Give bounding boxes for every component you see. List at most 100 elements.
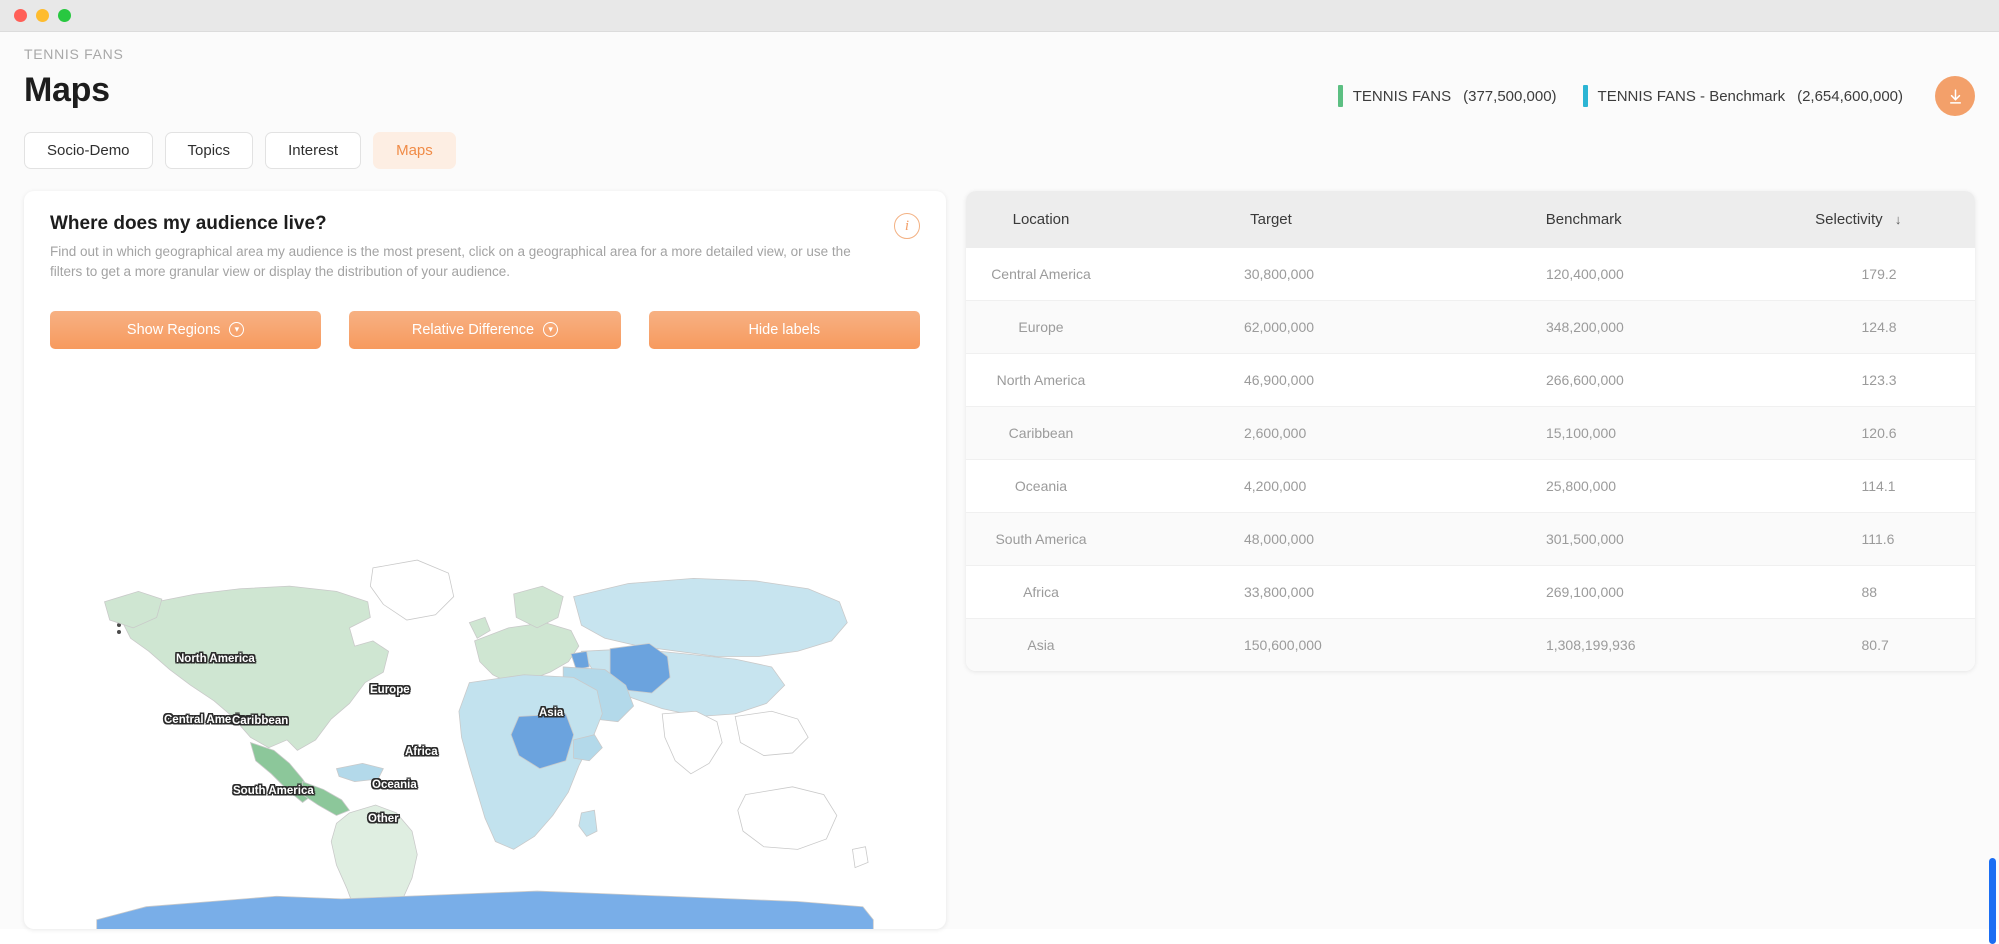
tab-maps[interactable]: Maps xyxy=(373,132,456,169)
cell-benchmark: 15,100,000 xyxy=(1425,406,1742,460)
cell-selectivity: 124.8 xyxy=(1741,300,1975,354)
legend-label-target: TENNIS FANS xyxy=(1352,87,1452,105)
region-scandinavia[interactable] xyxy=(513,585,564,629)
cell-target: 33,800,000 xyxy=(1115,565,1426,619)
region-north-america[interactable] xyxy=(122,585,390,751)
cell-location: South America xyxy=(966,512,1116,566)
region-asia-north[interactable] xyxy=(573,577,848,657)
legend-color-swatch-benchmark xyxy=(1582,85,1588,107)
cell-location: Europe xyxy=(966,300,1116,354)
download-icon xyxy=(1949,88,1961,104)
cell-target: 48,000,000 xyxy=(1115,512,1426,566)
region-new-zealand[interactable] xyxy=(852,846,869,869)
cell-target: 150,600,000 xyxy=(1243,637,1322,653)
download-button[interactable] xyxy=(1935,76,1975,116)
table-row[interactable]: North America 46,900,000 266,600,000 123… xyxy=(966,353,1975,407)
map-controls: Show Regions ▾ Relative Difference ▾ Hid… xyxy=(50,310,920,349)
table-row[interactable]: Central America 30,800,000 120,400,000 1… xyxy=(966,248,1975,301)
minimize-window-button[interactable] xyxy=(36,9,49,22)
table-header-row: Location Target Benchmark Selectivity ↓ xyxy=(966,191,1975,248)
region-australia[interactable] xyxy=(737,786,838,850)
info-icon[interactable]: i xyxy=(894,213,920,239)
region-greenland[interactable] xyxy=(369,559,455,621)
legend-value-target: (377,500,000) xyxy=(1463,87,1557,105)
world-map-svg[interactable] xyxy=(50,521,920,929)
region-asia-south[interactable] xyxy=(661,710,723,775)
column-header-benchmark[interactable]: Benchmark xyxy=(1425,191,1742,248)
arrow-down-icon: ↓ xyxy=(1894,212,1902,227)
table-row[interactable]: Caribbean 2,600,000 15,100,000 120.6 xyxy=(966,406,1975,460)
show-regions-label: Show Regions xyxy=(126,321,221,338)
maximize-window-button[interactable] xyxy=(58,9,71,22)
map-card-description: Find out in which geographical area my a… xyxy=(50,244,851,280)
column-label-benchmark: Benchmark xyxy=(1545,211,1622,228)
region-horn-africa[interactable] xyxy=(573,734,603,762)
relative-difference-label: Relative Difference xyxy=(411,321,535,338)
cell-location: North America xyxy=(966,353,1116,407)
cell-target: 30,800,000 xyxy=(1115,248,1426,301)
column-label-target: Target xyxy=(1250,211,1292,228)
region-israel-area[interactable] xyxy=(570,650,590,670)
tab-topics[interactable]: Topics xyxy=(164,132,254,169)
tab-socio-demo[interactable]: Socio-Demo xyxy=(24,132,153,169)
table-row[interactable]: Europe 62,000,000 348,200,000 124.8 xyxy=(966,300,1975,354)
column-header-location[interactable]: Location xyxy=(966,191,1116,248)
cell-target: 4,200,000 xyxy=(1115,459,1426,513)
tab-bar: Socio-Demo Topics Interest Maps xyxy=(0,110,1999,169)
chevron-down-icon: ▾ xyxy=(543,322,559,337)
world-map[interactable]: North America Europe Central America Car… xyxy=(50,521,920,929)
region-madagascar[interactable] xyxy=(578,809,598,837)
cell-target: 62,000,000 xyxy=(1115,300,1426,354)
cell-selectivity: 88 xyxy=(1741,565,1975,619)
cell-benchmark: 269,100,000 xyxy=(1425,565,1742,619)
table-row[interactable]: Oceania 4,200,000 25,800,000 114.1 xyxy=(966,459,1975,513)
page-scrollbar[interactable] xyxy=(1989,858,1996,944)
region-uk[interactable] xyxy=(468,616,491,639)
header-legend-area: TENNIS FANS (377,500,000) TENNIS FANS - … xyxy=(1337,76,1975,116)
cell-location: Africa xyxy=(966,565,1116,619)
column-header-selectivity[interactable]: Selectivity ↓ xyxy=(1741,191,1975,248)
window-title-bar xyxy=(0,0,1999,32)
table-header: Location Target Benchmark Selectivity ↓ xyxy=(966,191,1975,248)
hide-labels-label: Hide labels xyxy=(748,321,821,338)
close-window-button[interactable] xyxy=(14,9,27,22)
cell-benchmark: 266,600,000 xyxy=(1425,353,1742,407)
relative-difference-button[interactable]: Relative Difference ▾ xyxy=(349,310,621,349)
legend-item-target: TENNIS FANS (377,500,000) xyxy=(1337,85,1557,107)
tab-interest[interactable]: Interest xyxy=(265,132,362,169)
column-label-location: Location xyxy=(1012,211,1070,228)
hide-labels-button[interactable]: Hide labels xyxy=(648,310,920,349)
cell-selectivity: 80.7 xyxy=(1861,637,1889,653)
cell-benchmark: 301,500,000 xyxy=(1425,512,1742,566)
cell-selectivity: 179.2 xyxy=(1741,248,1975,301)
show-regions-button[interactable]: Show Regions ▾ xyxy=(50,310,322,349)
table-row[interactable]: South America 48,000,000 301,500,000 111… xyxy=(966,512,1975,566)
location-table: Location Target Benchmark Selectivity ↓ … xyxy=(966,191,1975,671)
cell-benchmark: 1,308,199,936 xyxy=(1545,637,1636,653)
region-antarctica[interactable] xyxy=(96,890,874,929)
map-card: Where does my audience live? Find out in… xyxy=(24,191,946,929)
table-body: Central America 30,800,000 120,400,000 1… xyxy=(966,248,1975,671)
legend-item-benchmark: TENNIS FANS - Benchmark (2,654,600,000) xyxy=(1582,85,1903,107)
region-central-america-lower[interactable] xyxy=(302,781,351,816)
cell-selectivity: 111.6 xyxy=(1741,512,1975,566)
cell-selectivity: 123.3 xyxy=(1741,353,1975,407)
cell-location: Asia xyxy=(1027,637,1055,653)
cell-target: 2,600,000 xyxy=(1115,406,1426,460)
table-row[interactable]: Africa 33,800,000 269,100,000 88 xyxy=(966,565,1975,619)
cell-location: Oceania xyxy=(966,459,1116,513)
table-row[interactable]: Asia 150,600,000 1,308,199,936 80.7 xyxy=(966,618,1975,671)
breadcrumb: TENNIS FANS xyxy=(24,46,124,62)
region-asia-southeast[interactable] xyxy=(734,710,809,756)
cell-selectivity: 120.6 xyxy=(1741,406,1975,460)
legend-label-benchmark: TENNIS FANS - Benchmark xyxy=(1597,87,1786,105)
column-header-target[interactable]: Target xyxy=(1115,191,1426,248)
cell-benchmark: 120,400,000 xyxy=(1425,248,1742,301)
cell-benchmark: 348,200,000 xyxy=(1425,300,1742,354)
map-card-title: Where does my audience live? xyxy=(50,213,327,234)
legend-value-benchmark: (2,654,600,000) xyxy=(1797,87,1903,105)
cell-target: 46,900,000 xyxy=(1115,353,1426,407)
region-caribbean[interactable] xyxy=(335,762,384,783)
cell-selectivity: 114.1 xyxy=(1741,459,1975,513)
cell-location: Central America xyxy=(966,248,1116,301)
